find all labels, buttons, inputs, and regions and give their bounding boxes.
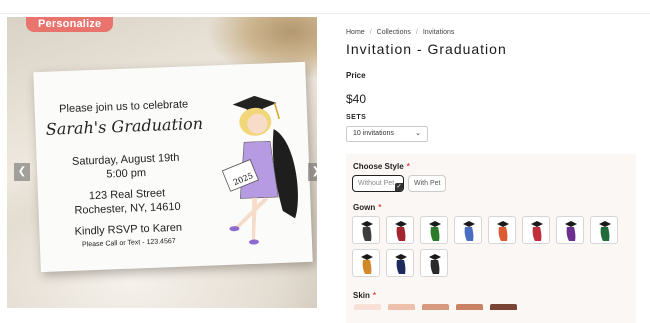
gown-swatch[interactable] [454, 216, 482, 244]
product-image-gallery[interactable]: Personalize Please join us to celebrate … [7, 17, 317, 308]
gown-swatch[interactable] [522, 216, 550, 244]
gown-swatch[interactable] [556, 216, 584, 244]
style-with-pet-button[interactable]: With Pet [408, 175, 447, 192]
gown-swatch[interactable] [386, 249, 414, 277]
chevron-left-icon[interactable]: ❮ [14, 163, 30, 181]
skin-label: Skin * [353, 291, 377, 300]
gown-swatches [352, 216, 632, 277]
required-mark: * [378, 203, 382, 212]
style-options: Without Pet ✓ With Pet [352, 175, 447, 192]
skin-swatch[interactable] [354, 304, 381, 310]
gown-icon [361, 254, 373, 274]
gown-icon [395, 221, 407, 241]
gown-icon [463, 221, 475, 241]
gown-swatch[interactable] [386, 216, 414, 244]
gown-icon [429, 221, 441, 241]
gown-swatch[interactable] [590, 216, 618, 244]
invitation-card-image: Please join us to celebrate Sarah's Grad… [33, 61, 313, 273]
breadcrumb-separator: / [369, 29, 372, 36]
graduate-illustration: 2025 [221, 95, 298, 245]
gown-icon [361, 221, 373, 241]
checkmark-icon: ✓ [395, 183, 403, 191]
skin-swatch[interactable] [422, 304, 449, 310]
customization-options: Choose Style * Without Pet ✓ With Pet Gow… [346, 154, 636, 323]
gown-icon [429, 254, 441, 274]
card-line: Sarah's Graduation [45, 113, 204, 139]
product-page: Personalize Please join us to celebrate … [0, 0, 650, 323]
breadcrumb-separator: / [415, 29, 418, 36]
required-mark: * [372, 291, 377, 300]
chevron-right-icon[interactable]: ❯ [308, 163, 317, 181]
card-line: Please Call or Text - 123.4567 [81, 237, 176, 249]
breadcrumb-collections[interactable]: Collections [377, 29, 411, 36]
style-without-pet-button[interactable]: Without Pet ✓ [352, 175, 404, 192]
gown-icon [565, 221, 577, 241]
gown-icon [395, 254, 407, 274]
gown-swatch[interactable] [352, 249, 380, 277]
breadcrumb: Home / Collections / Invitations [346, 29, 454, 36]
sets-value: 10 invitations [353, 130, 394, 137]
gown-swatch[interactable] [488, 216, 516, 244]
gown-swatch[interactable] [420, 216, 448, 244]
sets-label: SETS [346, 114, 367, 121]
gown-label: Gown * [353, 203, 382, 212]
sets-dropdown[interactable]: 10 invitations ⌄ [346, 126, 428, 142]
personalize-badge: Personalize [26, 17, 114, 32]
gown-swatch[interactable] [352, 216, 380, 244]
product-title: Invitation - Graduation [346, 41, 507, 57]
skin-swatch[interactable] [456, 304, 483, 310]
breadcrumb-invitations[interactable]: Invitations [423, 29, 455, 36]
gown-swatch[interactable] [420, 249, 448, 277]
gown-icon [599, 221, 611, 241]
required-mark: * [406, 162, 410, 171]
style-label: Choose Style * [353, 162, 410, 171]
price-label: Price [346, 71, 366, 80]
price-value: $40 [346, 92, 367, 106]
skin-swatches [354, 304, 517, 310]
chevron-down-icon: ⌄ [415, 130, 421, 137]
skin-swatch[interactable] [490, 304, 517, 310]
gown-icon [497, 221, 509, 241]
breadcrumb-home[interactable]: Home [346, 29, 365, 36]
skin-swatch[interactable] [388, 304, 415, 310]
product-info-panel: Home / Collections / Invitations Invitat… [346, 0, 646, 323]
gown-icon [531, 221, 543, 241]
